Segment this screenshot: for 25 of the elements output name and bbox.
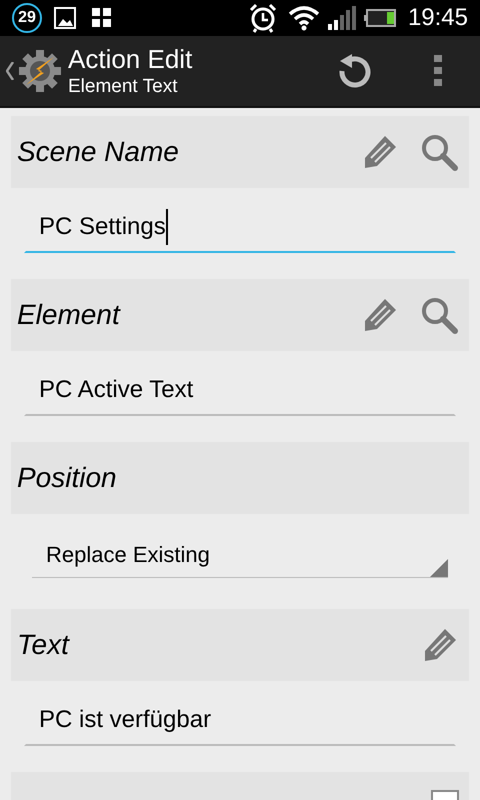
search-icon[interactable] [419,132,459,172]
grid-icon [92,8,112,28]
search-icon[interactable] [419,295,459,335]
section-label: Text [17,628,69,662]
dropdown-triangle-icon [430,559,448,577]
clock-time: 19:45 [408,3,468,33]
action-bar-title: Action Edit [68,42,192,76]
text-field[interactable]: PC ist verfügbar [24,695,456,746]
text-field[interactable]: PC Active Text [24,365,456,416]
overflow-menu-icon[interactable] [434,55,442,87]
section-label: Scene Name [17,135,179,169]
signal-icon [328,6,356,30]
battery-icon [364,9,396,27]
back-chevron-icon [6,62,14,80]
text-cursor [166,208,168,244]
gear-lightning-icon [18,49,62,93]
notification-count-badge: 29 [12,3,42,33]
text-field[interactable]: PC Settings [24,202,456,253]
dropdown[interactable]: Replace Existing [32,532,448,578]
section-label: Position [17,461,117,495]
wifi-icon [288,5,320,31]
image-icon [54,7,76,29]
alarm-clock-icon [248,3,278,33]
section-label: Element [17,298,120,332]
action-bar-subtitle: Element Text [68,75,178,100]
